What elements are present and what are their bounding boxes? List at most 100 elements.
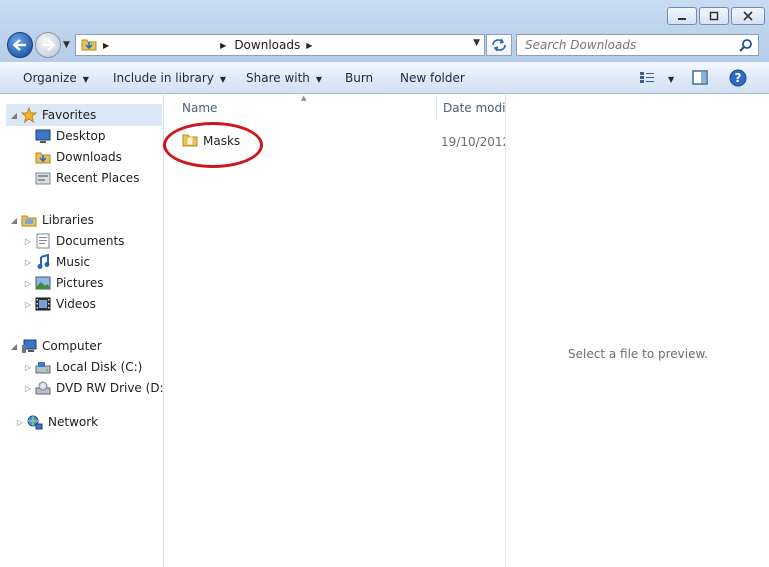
search-input[interactable] xyxy=(523,37,737,53)
nav-libraries[interactable]: ◢ Libraries xyxy=(8,210,94,230)
change-view-button[interactable] xyxy=(639,70,655,87)
column-header-name[interactable]: Name xyxy=(182,101,217,121)
network-icon xyxy=(26,414,44,430)
organize-button[interactable]: Organize ▼ xyxy=(23,71,89,85)
expand-arrow-icon[interactable]: ◢ xyxy=(8,111,20,120)
arrow-left-icon xyxy=(13,39,26,51)
preview-message: Select a file to preview. xyxy=(568,347,708,361)
burn-button[interactable]: Burn xyxy=(345,71,373,85)
column-header-date[interactable]: Date modif xyxy=(443,101,510,121)
breadcrumb-separator-icon[interactable]: ▶ xyxy=(220,41,226,50)
annotation-circle xyxy=(163,122,263,168)
nav-music-label: Music xyxy=(56,255,91,269)
close-icon xyxy=(743,11,753,21)
nav-local-disk-label: Local Disk (C:) xyxy=(56,360,143,374)
computer-icon xyxy=(20,338,38,354)
command-bar: Organize ▼ Include in library ▼ Share with… xyxy=(0,62,769,94)
music-icon xyxy=(34,254,52,270)
downloads-folder-icon xyxy=(34,149,52,165)
nav-recent-places[interactable]: Recent Places xyxy=(22,168,139,188)
videos-icon xyxy=(34,296,52,312)
expand-arrow-icon[interactable]: ▷ xyxy=(22,300,34,309)
nav-pictures-label: Pictures xyxy=(56,276,104,290)
dvd-drive-icon xyxy=(34,380,52,396)
file-date: 19/10/2012 xyxy=(441,135,511,149)
preview-pane-icon xyxy=(692,70,708,85)
forward-button[interactable] xyxy=(35,32,61,58)
nav-desktop[interactable]: Desktop xyxy=(22,126,106,146)
expand-arrow-icon[interactable]: ▷ xyxy=(22,279,34,288)
nav-desktop-label: Desktop xyxy=(56,129,106,143)
recent-pages-dropdown[interactable]: ▼ xyxy=(63,40,70,50)
close-button[interactable] xyxy=(731,7,765,25)
arrow-right-icon xyxy=(42,39,55,51)
preview-pane-button[interactable] xyxy=(692,70,708,88)
expand-arrow-icon[interactable]: ◢ xyxy=(8,216,20,225)
nav-documents[interactable]: ▷ Documents xyxy=(22,231,124,251)
help-button[interactable]: ? xyxy=(729,69,747,90)
expand-arrow-icon[interactable]: ▷ xyxy=(14,418,26,427)
breadcrumb-separator-icon[interactable]: ▶ xyxy=(103,41,109,50)
breadcrumb-downloads[interactable]: Downloads xyxy=(234,38,300,52)
nav-network-label: Network xyxy=(48,415,99,429)
column-divider[interactable] xyxy=(436,97,437,119)
hard-disk-icon xyxy=(34,359,52,375)
nav-videos-label: Videos xyxy=(56,297,96,311)
nav-music[interactable]: ▷ Music xyxy=(22,252,90,272)
desktop-icon xyxy=(34,128,52,144)
nav-libraries-label: Libraries xyxy=(42,213,94,227)
minimize-icon xyxy=(678,18,686,20)
title-bar: ▼ ▶ ▶ Downloads ▶ ▼ xyxy=(0,0,769,62)
share-with-button[interactable]: Share with ▼ xyxy=(246,71,322,85)
organize-label: Organize xyxy=(23,71,77,85)
expand-arrow-icon[interactable]: ◢ xyxy=(8,342,20,351)
maximize-button[interactable] xyxy=(699,7,729,25)
minimize-button[interactable] xyxy=(667,7,697,25)
pictures-icon xyxy=(34,275,52,291)
nav-network[interactable]: ▷ Network xyxy=(14,412,98,432)
expand-arrow-icon[interactable]: ▷ xyxy=(22,384,34,393)
include-in-library-label: Include in library xyxy=(113,71,214,85)
address-bar[interactable]: ▶ ▶ Downloads ▶ ▼ xyxy=(75,34,485,56)
search-box[interactable] xyxy=(516,34,759,56)
documents-icon xyxy=(34,233,52,249)
refresh-icon xyxy=(492,38,506,52)
nav-dvd-drive[interactable]: ▷ DVD RW Drive (D:) C xyxy=(22,378,181,398)
nav-local-disk[interactable]: ▷ Local Disk (C:) xyxy=(22,357,142,377)
nav-dvd-drive-label: DVD RW Drive (D:) C xyxy=(56,381,181,395)
nav-pictures[interactable]: ▷ Pictures xyxy=(22,273,104,293)
nav-favorites[interactable]: ◢ Favorites xyxy=(8,105,96,125)
breadcrumb-separator-icon[interactable]: ▶ xyxy=(306,41,312,50)
nav-downloads-label: Downloads xyxy=(56,150,122,164)
expand-arrow-icon[interactable]: ▷ xyxy=(22,237,34,246)
refresh-button[interactable] xyxy=(486,34,512,56)
recent-places-icon xyxy=(34,170,52,186)
chevron-down-icon: ▼ xyxy=(315,75,323,84)
libraries-icon xyxy=(20,212,38,228)
include-in-library-button[interactable]: Include in library ▼ xyxy=(113,71,226,85)
chevron-down-icon: ▼ xyxy=(219,75,227,84)
nav-videos[interactable]: ▷ Videos xyxy=(22,294,96,314)
star-icon xyxy=(20,107,38,123)
expand-arrow-icon[interactable]: ▷ xyxy=(22,363,34,372)
downloads-folder-icon xyxy=(81,37,97,54)
nav-documents-label: Documents xyxy=(56,234,125,248)
new-folder-button[interactable]: New folder xyxy=(400,71,465,85)
chevron-down-icon: ▼ xyxy=(668,75,675,84)
preview-pane: Select a file to preview. xyxy=(505,94,769,567)
nav-recent-places-label: Recent Places xyxy=(56,171,140,185)
view-list-icon xyxy=(640,72,654,83)
view-options-dropdown[interactable]: ▼ xyxy=(662,71,674,85)
chevron-down-icon: ▼ xyxy=(82,75,89,84)
back-button[interactable] xyxy=(7,32,33,58)
nav-downloads[interactable]: Downloads xyxy=(22,147,122,167)
nav-favorites-label: Favorites xyxy=(42,108,97,122)
caption-buttons xyxy=(667,7,765,25)
svg-text:?: ? xyxy=(735,71,742,85)
nav-computer-label: Computer xyxy=(42,339,102,353)
nav-computer[interactable]: ◢ Computer xyxy=(8,336,102,356)
share-with-label: Share with xyxy=(246,71,310,85)
address-dropdown-icon[interactable]: ▼ xyxy=(473,38,480,48)
search-icon[interactable] xyxy=(739,38,753,55)
expand-arrow-icon[interactable]: ▷ xyxy=(22,258,34,267)
